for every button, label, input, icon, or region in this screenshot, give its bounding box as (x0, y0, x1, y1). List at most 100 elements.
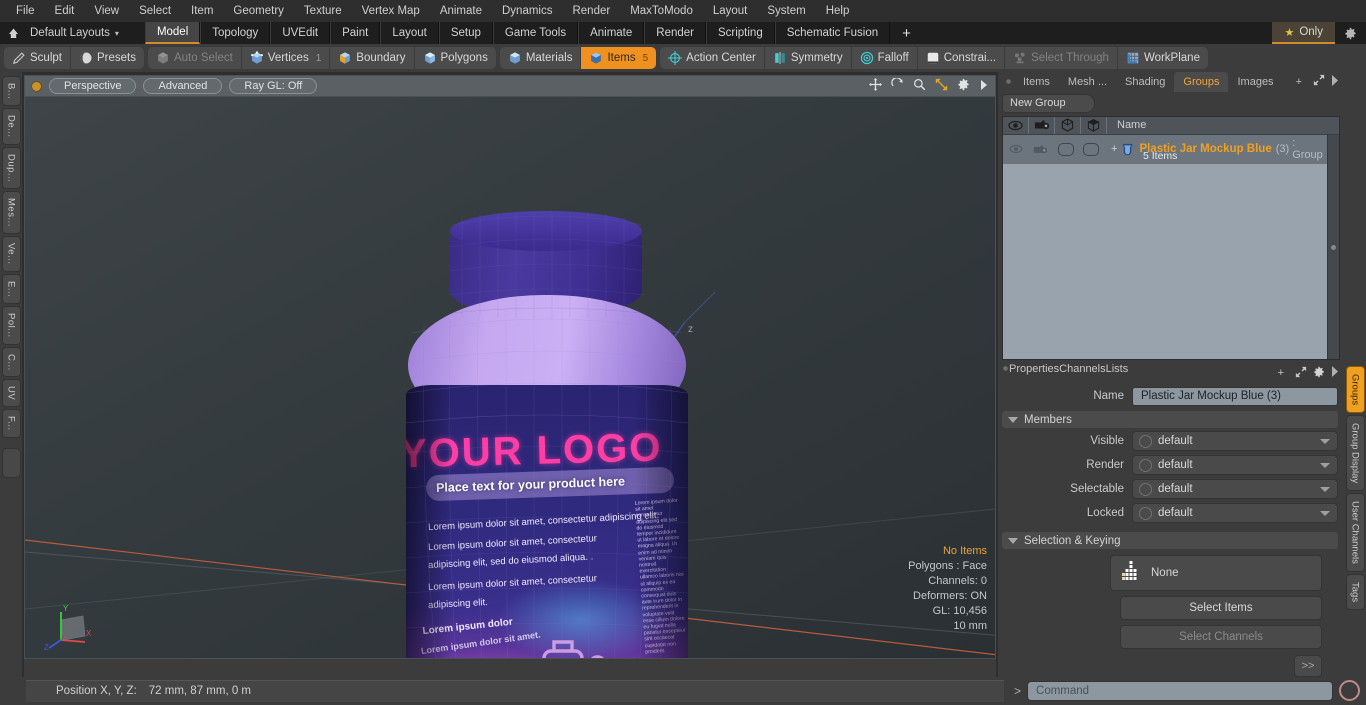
props-tab-properties[interactable]: Properties (1009, 363, 1059, 383)
viewport-shading-dropdown[interactable]: Advanced (143, 78, 223, 94)
left-tab-f[interactable]: F... (1, 409, 21, 439)
scrollbar-nub[interactable] (1331, 244, 1336, 250)
left-tab-de[interactable]: De... (1, 108, 21, 145)
left-tab-dup[interactable]: Dup... (1, 146, 21, 190)
menu-item-view[interactable]: View (84, 3, 129, 19)
row-expander[interactable]: + (1111, 143, 1117, 155)
tab-topology[interactable]: Topology (200, 22, 271, 44)
add-properties-tab-button[interactable]: + (1273, 367, 1289, 379)
property-toggle-icon[interactable] (1139, 506, 1152, 520)
home-icon[interactable] (0, 22, 26, 44)
tab-model[interactable]: Model (144, 22, 201, 44)
right-tab-tags[interactable]: Tags (1345, 574, 1365, 611)
left-tab-pol[interactable]: Pol... (1, 305, 21, 345)
tab-game-tools[interactable]: Game Tools (492, 22, 579, 44)
name-input[interactable]: Plastic Jar Mockup Blue (3) (1132, 386, 1338, 406)
menu-item-file[interactable]: File (6, 3, 45, 19)
render-icon[interactable] (1029, 116, 1055, 134)
panel-tab-images[interactable]: Images (1228, 72, 1282, 92)
chevron-right-icon[interactable] (1331, 74, 1339, 89)
tab-layout[interactable]: Layout (380, 22, 439, 44)
panel-tab-shading[interactable]: Shading (1116, 72, 1174, 92)
visible-dropdown[interactable]: default (1132, 431, 1338, 452)
panel-tab-groups[interactable]: Groups (1174, 72, 1229, 92)
add-panel-tab-button[interactable]: + (1291, 76, 1307, 88)
row-select-checkbox[interactable] (1078, 135, 1103, 164)
rotate-icon[interactable] (891, 77, 904, 94)
panel-tab-items[interactable]: Items (1014, 72, 1059, 92)
cube-solid-icon[interactable] (1081, 116, 1107, 134)
left-tool-box[interactable] (1, 448, 21, 479)
left-tab-b[interactable]: B... (1, 76, 21, 107)
tab-setup[interactable]: Setup (438, 22, 493, 44)
tool-presets[interactable]: Presets (71, 47, 144, 69)
gear-icon[interactable] (1335, 22, 1366, 44)
viewport-raygl-dropdown[interactable]: Ray GL: Off (229, 78, 318, 94)
menu-item-select[interactable]: Select (129, 3, 181, 19)
eye-icon[interactable] (1003, 116, 1029, 134)
locked-dropdown[interactable]: default (1132, 503, 1338, 524)
viewport-indicator-icon[interactable] (31, 80, 42, 92)
zoom-icon[interactable] (913, 78, 926, 94)
more-button[interactable]: >> (1294, 655, 1322, 678)
menu-item-help[interactable]: Help (816, 3, 860, 19)
menu-item-geometry[interactable]: Geometry (223, 3, 294, 19)
menu-item-layout[interactable]: Layout (703, 3, 758, 19)
fit-icon[interactable] (935, 78, 948, 94)
row-eye-icon[interactable] (1003, 135, 1028, 164)
tool-sculpt[interactable]: Sculpt (4, 47, 71, 69)
right-tab-group-display[interactable]: Group Display (1345, 415, 1365, 492)
panel-tab-mesh[interactable]: Mesh ... (1059, 72, 1116, 92)
right-tab-groups[interactable]: Groups (1345, 366, 1365, 414)
table-row[interactable]: + Plastic Jar Mockup Blue (3) : Group 5 … (1003, 134, 1327, 164)
menu-item-vertex-map[interactable]: Vertex Map (352, 3, 430, 19)
tab-scripting[interactable]: Scripting (705, 22, 775, 44)
groups-list-scrollbar[interactable] (1327, 134, 1339, 360)
menu-item-render[interactable]: Render (562, 3, 620, 19)
chevron-right-icon[interactable] (1331, 366, 1339, 380)
menu-item-animate[interactable]: Animate (430, 3, 492, 19)
viewport-projection-dropdown[interactable]: Perspective (49, 78, 137, 94)
selection-keying-section-header[interactable]: Selection & Keying (1002, 532, 1338, 550)
tool-falloff[interactable]: Falloff (852, 47, 918, 69)
select-items-button[interactable]: Select Items (1120, 596, 1322, 621)
viewport-3d-scene[interactable]: z YOUR LOGO Place text for your product … (24, 97, 996, 659)
right-tab-user-channels[interactable]: User Channels (1345, 493, 1365, 573)
left-tab-ve[interactable]: Ve... (1, 236, 21, 272)
props-tab-channels[interactable]: Channels (1059, 363, 1105, 383)
row-visible-checkbox[interactable] (1053, 135, 1078, 164)
menu-item-maxtomodo[interactable]: MaxToModo (620, 3, 703, 19)
property-toggle-icon[interactable] (1139, 434, 1152, 448)
property-toggle-icon[interactable] (1139, 458, 1152, 472)
selectable-dropdown[interactable]: default (1132, 479, 1338, 500)
tab-animate[interactable]: Animate (578, 22, 645, 44)
tool-constrai[interactable]: Constrai... (918, 47, 1006, 69)
play-icon[interactable] (979, 79, 989, 94)
members-section-header[interactable]: Members (1002, 411, 1338, 429)
render-dropdown[interactable]: default (1132, 455, 1338, 476)
panel-handle-icon[interactable] (1002, 72, 1014, 92)
tab-schematic-fusion[interactable]: Schematic Fusion (774, 22, 891, 44)
left-tab-e[interactable]: E... (1, 273, 21, 304)
tool-items[interactable]: Items 5 (581, 47, 657, 69)
row-render-icon[interactable] (1028, 135, 1053, 164)
properties-panel-handle-icon[interactable] (1002, 363, 1009, 383)
move-icon[interactable] (869, 78, 882, 94)
tool-symmetry[interactable]: Symmetry (765, 47, 852, 69)
default-layouts-menu[interactable]: Default Layouts ▾ (26, 22, 129, 44)
cube-outline-icon[interactable] (1055, 116, 1081, 134)
add-layout-tab-button[interactable]: + (890, 22, 923, 44)
expand-icon[interactable] (1313, 74, 1325, 89)
menu-item-edit[interactable]: Edit (45, 3, 85, 19)
groups-list[interactable]: Name + Plastic Jar Mockup Blue (3): Gro… (1002, 115, 1340, 361)
selection-set-dropdown[interactable]: None (1110, 555, 1322, 592)
props-tab-lists[interactable]: Lists (1106, 363, 1129, 383)
command-input[interactable]: Command (1027, 680, 1333, 701)
left-tab-c[interactable]: C... (1, 346, 21, 378)
tab-paint[interactable]: Paint (330, 22, 381, 44)
property-toggle-icon[interactable] (1139, 482, 1152, 496)
plastic-jar-3d-model[interactable]: YOUR LOGO Place text for your product he… (402, 211, 692, 658)
menu-item-system[interactable]: System (757, 3, 815, 19)
tool-polygons[interactable]: Polygons (415, 47, 496, 69)
tool-vertices[interactable]: Vertices 1 (242, 47, 331, 69)
